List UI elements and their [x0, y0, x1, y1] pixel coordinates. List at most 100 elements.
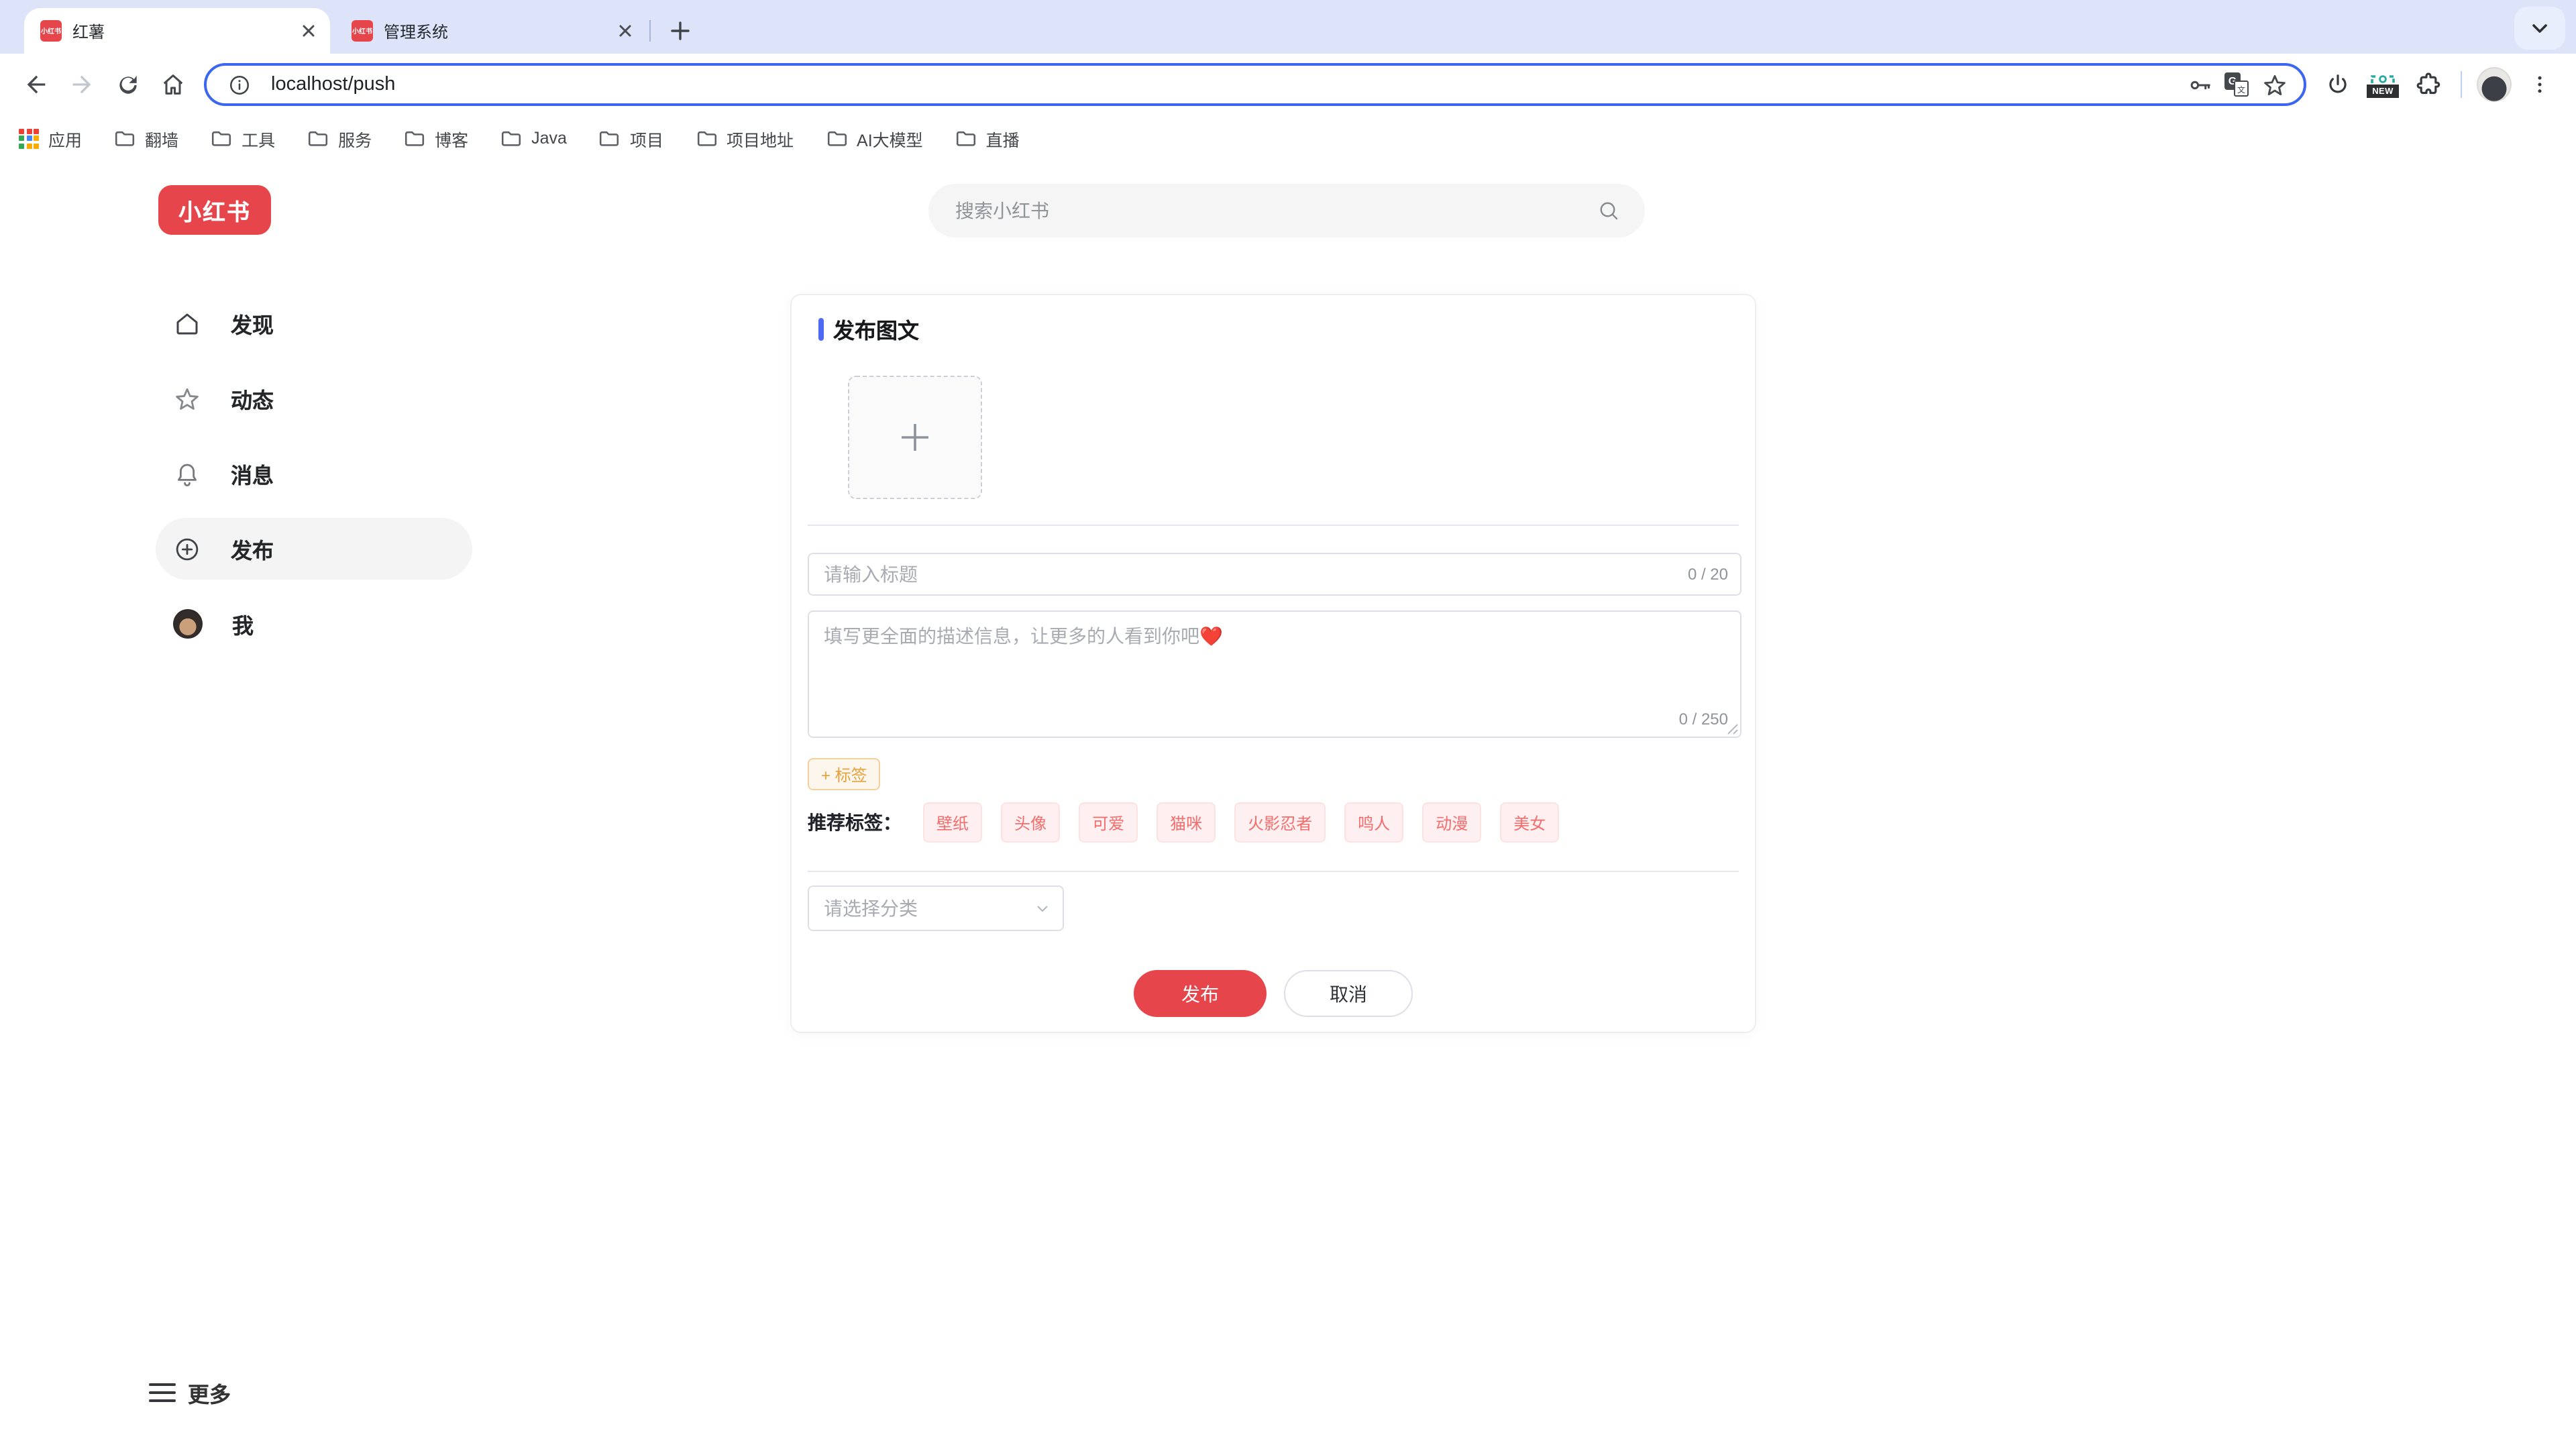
- search-input[interactable]: [953, 199, 1597, 223]
- sidebar-item-messages[interactable]: 消息: [156, 443, 472, 504]
- title-counter: 0 / 20: [1688, 565, 1728, 584]
- more-button[interactable]: 更多: [149, 1377, 231, 1409]
- sidebar-item-label: 发现: [231, 307, 274, 339]
- image-upload-dropzone[interactable]: [848, 376, 982, 499]
- tab-strip: 小红书 红薯 小红书 管理系统: [0, 0, 2576, 54]
- form-header: 发布图文: [818, 313, 919, 345]
- tag-chip[interactable]: 美女: [1500, 802, 1559, 843]
- tab-strip-chevron-button[interactable]: [2514, 7, 2565, 50]
- tab-close-icon[interactable]: [297, 19, 319, 42]
- category-select[interactable]: 请选择分类: [808, 885, 1064, 931]
- publish-form-card: 发布图文 0 / 20 0 / 250 + 标签 推荐标签： 壁纸 头像 可爱: [790, 294, 1756, 1033]
- sidebar-item-feed[interactable]: 动态: [156, 368, 472, 429]
- bookmark-apps[interactable]: 应用: [19, 125, 82, 151]
- site-info-icon[interactable]: [220, 66, 258, 103]
- profile-avatar-image: [2477, 67, 2512, 102]
- bookmark-label: 服务: [338, 125, 372, 151]
- password-key-icon[interactable]: [2180, 66, 2218, 103]
- search-bar[interactable]: [928, 184, 1645, 237]
- browser-window: 小红书 红薯 小红书 管理系统: [0, 0, 2576, 1449]
- description-counter: 0 / 250: [1679, 710, 1728, 729]
- xiaohongshu-logo[interactable]: 小红书: [158, 185, 271, 235]
- recommended-tags-label: 推荐标签：: [808, 809, 902, 836]
- tag-chip[interactable]: 动漫: [1422, 802, 1481, 843]
- bookmark-label: AI大模型: [857, 125, 923, 151]
- bookmark-label: 应用: [48, 125, 82, 151]
- description-field: 0 / 250: [808, 610, 1741, 738]
- back-button[interactable]: [13, 62, 59, 107]
- profile-avatar[interactable]: [2471, 62, 2517, 107]
- sidebar-item-label: 发布: [231, 533, 274, 565]
- tab-title: 红薯: [72, 19, 297, 42]
- power-extension-icon[interactable]: [2314, 62, 2360, 107]
- url-text[interactable]: localhost/push: [271, 74, 2180, 95]
- sidebar-nav: 发现 动态 消息 发布 我: [156, 292, 472, 668]
- bookmark-label: 项目: [630, 125, 663, 151]
- tab-inactive[interactable]: 小红书 管理系统: [335, 8, 647, 54]
- xiaohongshu-favicon: 小红书: [40, 20, 62, 42]
- chevron-down-icon: [1034, 900, 1051, 916]
- bookmark-folder[interactable]: 翻墙: [114, 125, 178, 151]
- bookmark-folder[interactable]: Java: [500, 129, 567, 148]
- user-avatar: [173, 609, 203, 639]
- hamburger-icon: [149, 1382, 176, 1403]
- bookmark-label: Java: [531, 129, 567, 148]
- divider: [808, 525, 1739, 526]
- new-tab-button[interactable]: [661, 12, 699, 50]
- category-placeholder: 请选择分类: [824, 895, 918, 922]
- extension-new-badge: NEW: [2367, 85, 2399, 98]
- more-label: 更多: [188, 1377, 231, 1409]
- bookmark-folder[interactable]: 直播: [955, 125, 1020, 151]
- recommended-tags-row: 推荐标签： 壁纸 头像 可爱 猫咪 火影忍者 鸣人 动漫 美女: [808, 802, 1559, 843]
- sidebar-item-discover[interactable]: 发现: [156, 292, 472, 354]
- translate-icon[interactable]: G文: [2218, 66, 2255, 103]
- tag-chip[interactable]: 可爱: [1079, 802, 1138, 843]
- bookmark-label: 项目地址: [727, 125, 794, 151]
- form-title: 发布图文: [833, 313, 919, 345]
- publish-button[interactable]: 发布: [1134, 970, 1267, 1017]
- sidebar-item-label: 我: [232, 608, 254, 640]
- tag-chip[interactable]: 鸣人: [1344, 802, 1403, 843]
- tab-title: 管理系统: [384, 19, 613, 42]
- bookmark-folder[interactable]: 服务: [307, 125, 372, 151]
- add-tag-button[interactable]: + 标签: [808, 758, 881, 790]
- forward-button[interactable]: [59, 62, 105, 107]
- tag-chip[interactable]: 火影忍者: [1234, 802, 1326, 843]
- bookmark-label: 直播: [986, 125, 1020, 151]
- bookmark-star-icon[interactable]: [2255, 66, 2293, 103]
- description-textarea[interactable]: [808, 610, 1741, 738]
- bookmark-label: 博客: [435, 125, 468, 151]
- bookmark-label: 翻墙: [145, 125, 178, 151]
- bookmark-folder[interactable]: AI大模型: [826, 125, 923, 151]
- reload-button[interactable]: [105, 62, 150, 107]
- toolbar-separator: [2461, 71, 2462, 98]
- tag-chip[interactable]: 头像: [1001, 802, 1060, 843]
- bookmark-folder[interactable]: 项目地址: [696, 125, 794, 151]
- bell-icon: [173, 460, 201, 488]
- sidebar-item-publish[interactable]: 发布: [156, 518, 472, 580]
- search-icon[interactable]: [1597, 199, 1621, 223]
- cancel-button[interactable]: 取消: [1284, 970, 1413, 1017]
- screenshot-extension-icon[interactable]: NEW: [2360, 62, 2406, 107]
- tag-chip[interactable]: 壁纸: [923, 802, 982, 843]
- omnibox[interactable]: localhost/push G文: [204, 63, 2306, 106]
- browser-toolbar: localhost/push G文 NEW: [0, 54, 2576, 115]
- tab-close-icon[interactable]: [613, 19, 636, 42]
- title-input[interactable]: [808, 553, 1741, 596]
- sidebar-item-label: 动态: [231, 382, 274, 415]
- plus-circle-icon: [173, 535, 201, 563]
- divider: [808, 871, 1739, 872]
- tab-separator: [649, 20, 651, 42]
- textarea-resize-handle[interactable]: [1725, 722, 1739, 735]
- sidebar-item-me[interactable]: 我: [156, 593, 472, 655]
- bookmark-folder[interactable]: 项目: [599, 125, 663, 151]
- extensions-puzzle-icon[interactable]: [2406, 62, 2451, 107]
- title-field: 0 / 20: [808, 553, 1741, 596]
- browser-menu-kebab-icon[interactable]: [2517, 62, 2563, 107]
- bookmark-folder[interactable]: 工具: [211, 125, 275, 151]
- home-button[interactable]: [150, 62, 196, 107]
- tab-active[interactable]: 小红书 红薯: [24, 8, 330, 54]
- bookmark-folder[interactable]: 博客: [404, 125, 468, 151]
- tag-chip[interactable]: 猫咪: [1157, 802, 1216, 843]
- xiaohongshu-favicon: 小红书: [352, 20, 373, 42]
